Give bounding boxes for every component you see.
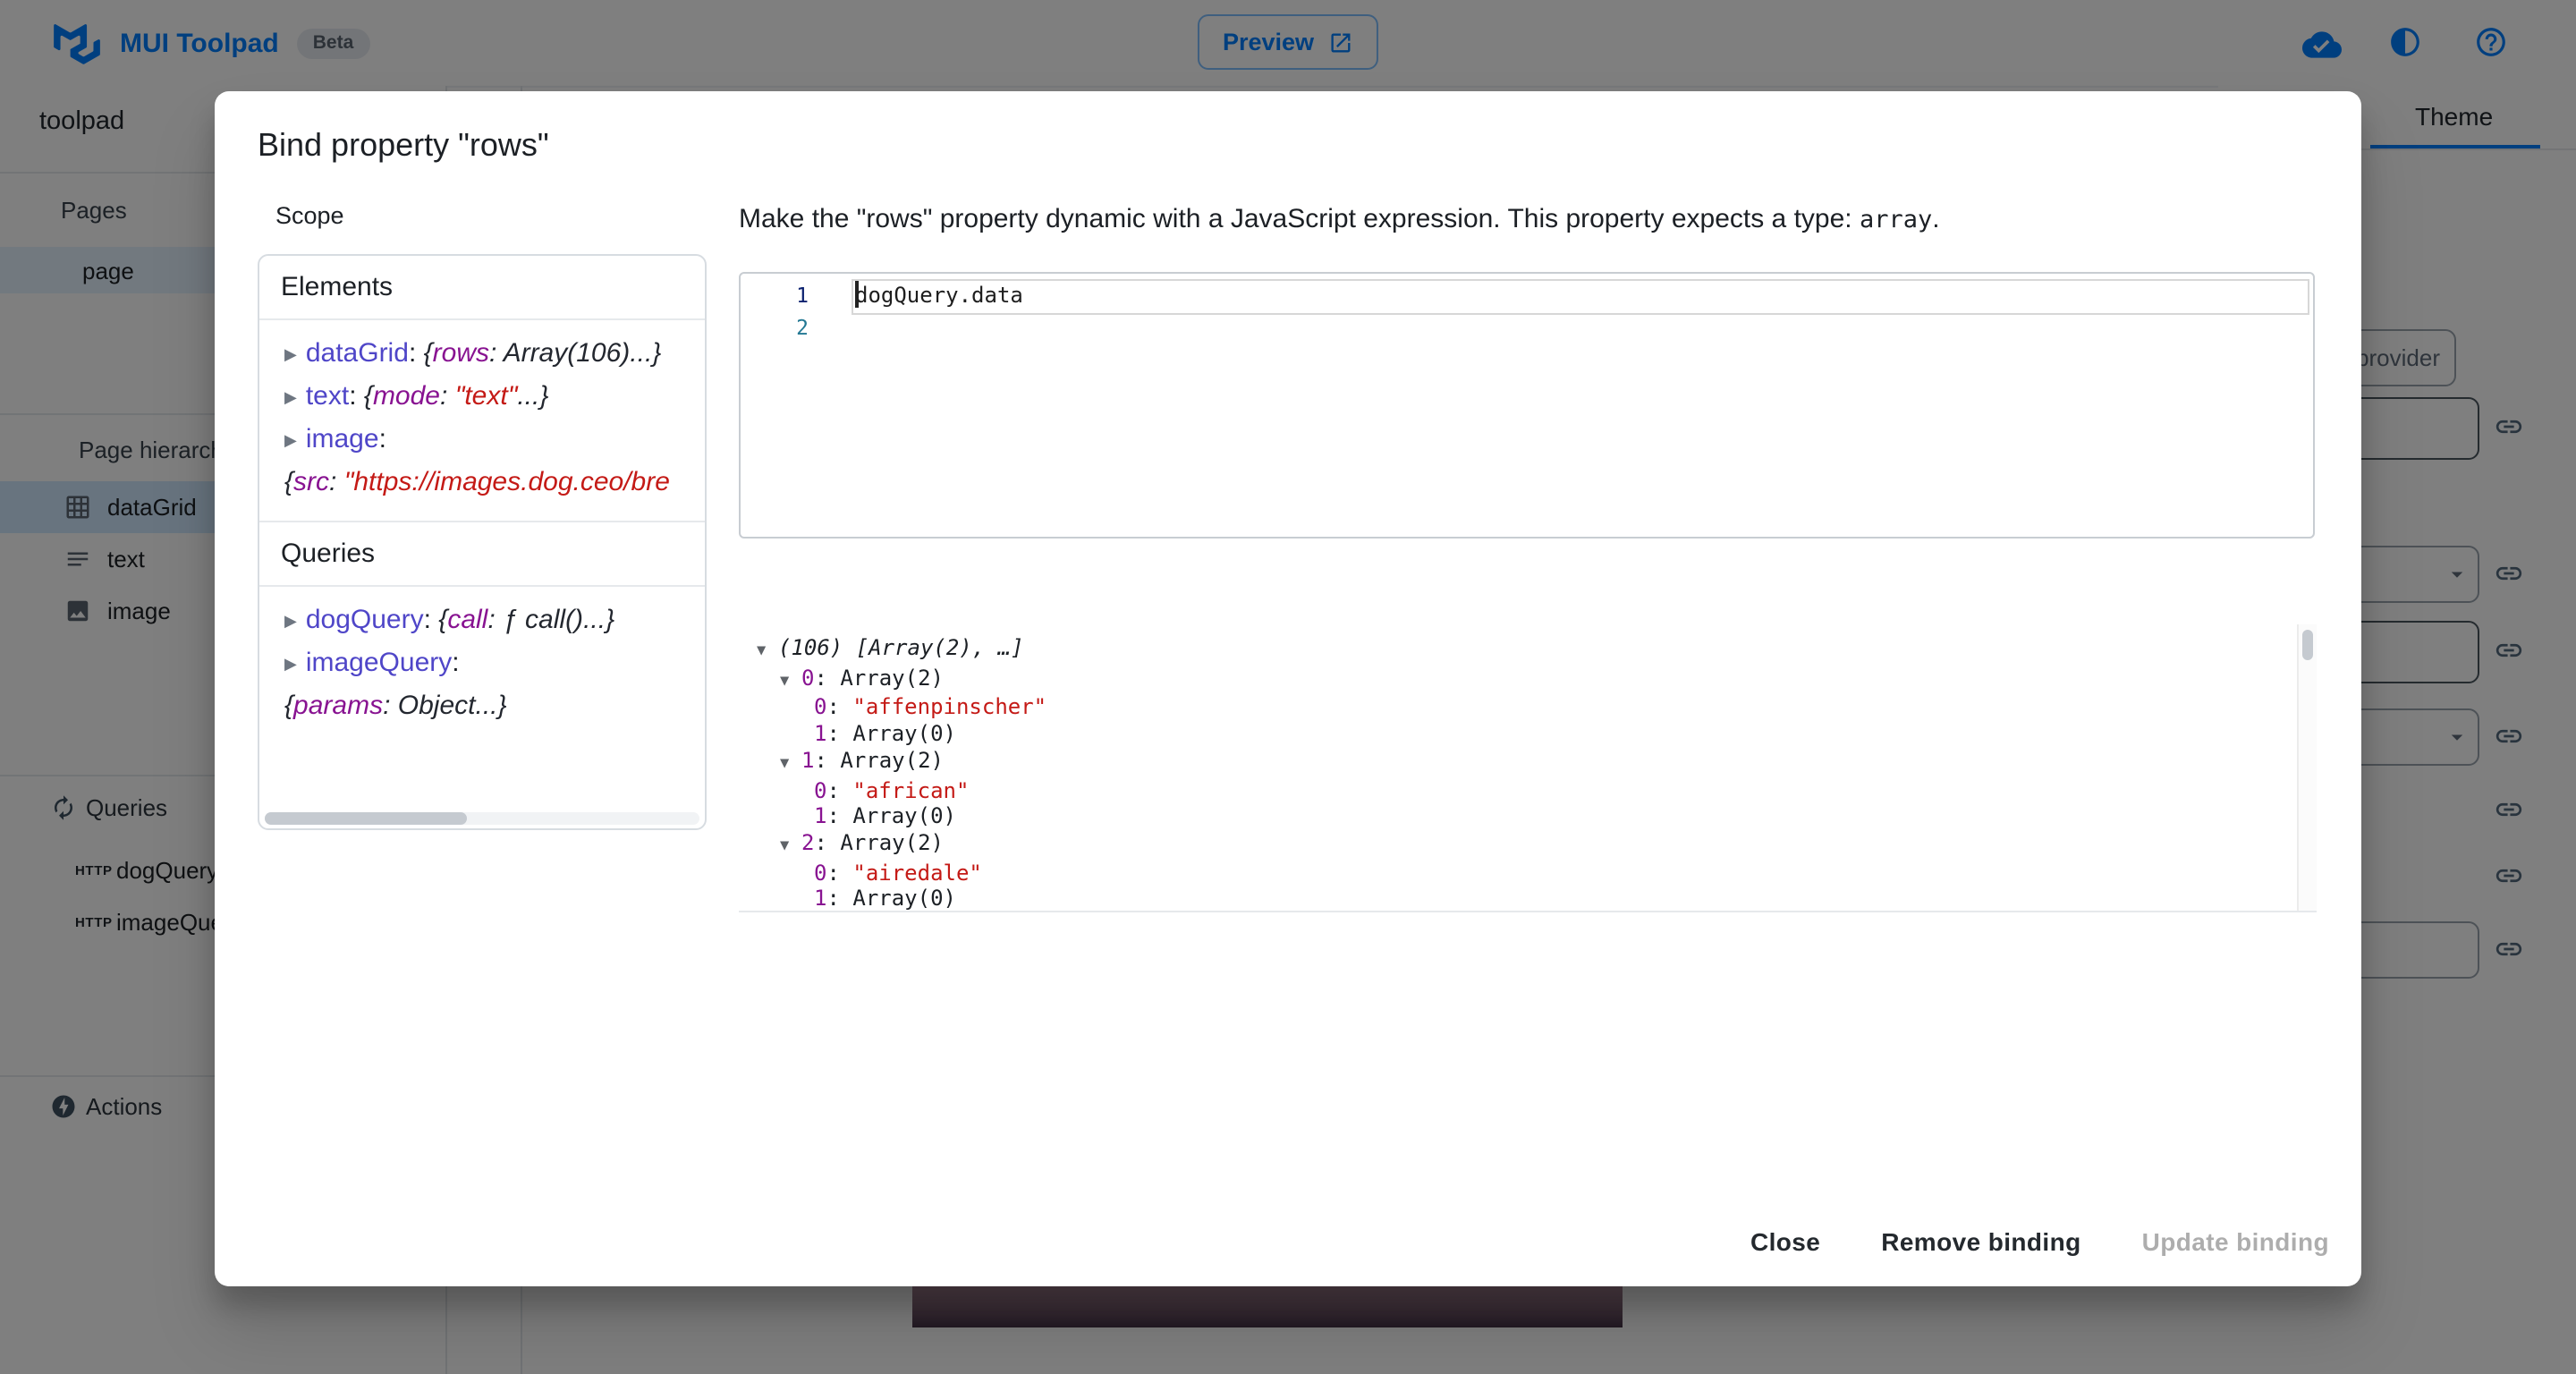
scope-label: Scope [275, 204, 344, 229]
scope-item-name: imageQuery [306, 648, 452, 678]
scope-section-header: Elements [259, 256, 705, 320]
scope-tree: Elements▶dataGrid: {rows: Array(106)...}… [259, 256, 705, 744]
scope-item-preview: {src: "https://images.dog.ceo/bre [284, 467, 670, 497]
scope-section-items: ▶dogQuery: {call: ƒ call()...}▶imageQuer… [259, 587, 705, 744]
scope-item-name: dogQuery [306, 605, 424, 635]
preview-tree-row: 0: "african" [739, 777, 2317, 803]
line-number: 2 [741, 311, 809, 344]
line-number: 1 [741, 279, 809, 311]
scope-item-preview: {rows: Array(106)...} [424, 338, 662, 369]
scope-explorer: Elements▶dataGrid: {rows: Array(106)...}… [258, 254, 707, 830]
scope-item-imageQuery[interactable]: ▶imageQuery: {params: Object...} [284, 642, 680, 728]
editor-line: 1dogQuery.data [741, 279, 2313, 311]
dialog-instruction: Make the "rows" property dynamic with a … [739, 206, 2295, 234]
preview-tree-row: 0: "affenpinscher" [739, 695, 2317, 721]
expand-arrow-icon[interactable]: ▶ [284, 333, 297, 376]
scope-item-name: text [306, 381, 349, 411]
remove-binding-button[interactable]: Remove binding [1881, 1218, 2080, 1265]
preview-tree-row[interactable]: ▼1: Array(2) [739, 748, 2317, 777]
line-content [809, 311, 855, 344]
expand-arrow-icon[interactable]: ▶ [284, 642, 297, 685]
preview-tree-row: 0: "airedale" [739, 860, 2317, 886]
collapse-arrow-icon[interactable]: ▼ [780, 751, 801, 777]
dialog-title: Bind property "rows" [258, 122, 549, 168]
collapse-arrow-icon[interactable]: ▼ [780, 668, 801, 694]
preview-tree-row: 1: Array(0) [739, 886, 2317, 912]
scope-item-preview: {mode: "text"...} [364, 381, 548, 411]
scope-item-name: image [306, 424, 379, 454]
collapse-arrow-icon[interactable]: ▼ [757, 639, 778, 665]
scope-item-dataGrid[interactable]: ▶dataGrid: {rows: Array(106)...} [284, 333, 680, 376]
screen: MUI Toolpad Beta Preview toolpad Pages p… [0, 0, 2576, 1374]
horizontal-scrollbar [265, 812, 699, 825]
preview-tree-row[interactable]: ▼(106) [Array(2), …] [739, 635, 2317, 665]
preview-tree-row: 1: Array(0) [739, 803, 2317, 829]
vertical-scrollbar-thumb[interactable] [2302, 630, 2313, 660]
vertical-scrollbar [2297, 624, 2317, 911]
horizontal-scrollbar-thumb[interactable] [265, 812, 467, 825]
preview-tree-row[interactable]: ▼0: Array(2) [739, 665, 2317, 694]
expression-result-preview: ▼(106) [Array(2), …]▼0: Array(2)0: "affe… [739, 624, 2317, 912]
instruction-text: Make the "rows" property dynamic with a … [739, 204, 1860, 234]
expected-type: array [1860, 206, 1932, 234]
bind-property-dialog: Bind property "rows" Scope Elements ▶ data… [215, 91, 2361, 1286]
preview-tree-row: 1: Array(0) [739, 721, 2317, 747]
scope-item-dogQuery[interactable]: ▶dogQuery: {call: ƒ call()...} [284, 599, 680, 642]
line-content: dogQuery.data [809, 279, 1023, 311]
close-button[interactable]: Close [1750, 1218, 1820, 1265]
js-expression-editor[interactable]: 1dogQuery.data2 [739, 272, 2315, 539]
scope-item-text[interactable]: ▶text: {mode: "text"...} [284, 376, 680, 419]
scope-item-preview: {call: ƒ call()...} [438, 605, 614, 635]
expand-arrow-icon[interactable]: ▶ [284, 376, 297, 419]
preview-tree-row[interactable]: ▼2: Array(2) [739, 830, 2317, 860]
scope-section-header: Queries [259, 521, 705, 587]
collapse-arrow-icon[interactable]: ▼ [780, 834, 801, 860]
scope-item-name: dataGrid [306, 338, 409, 369]
scope-section-items: ▶dataGrid: {rows: Array(106)...}▶text: {… [259, 320, 705, 521]
expand-arrow-icon[interactable]: ▶ [284, 419, 297, 462]
instruction-period: . [1932, 204, 1939, 234]
editor-line: 2 [741, 311, 2313, 344]
dialog-actions: Close Remove binding Update binding [1750, 1218, 2329, 1265]
update-binding-button[interactable]: Update binding [2142, 1218, 2329, 1265]
scope-item-preview: {params: Object...} [284, 691, 507, 721]
expand-arrow-icon[interactable]: ▶ [284, 599, 297, 642]
scope-item-image[interactable]: ▶image: {src: "https://images.dog.ceo/br… [284, 419, 680, 505]
